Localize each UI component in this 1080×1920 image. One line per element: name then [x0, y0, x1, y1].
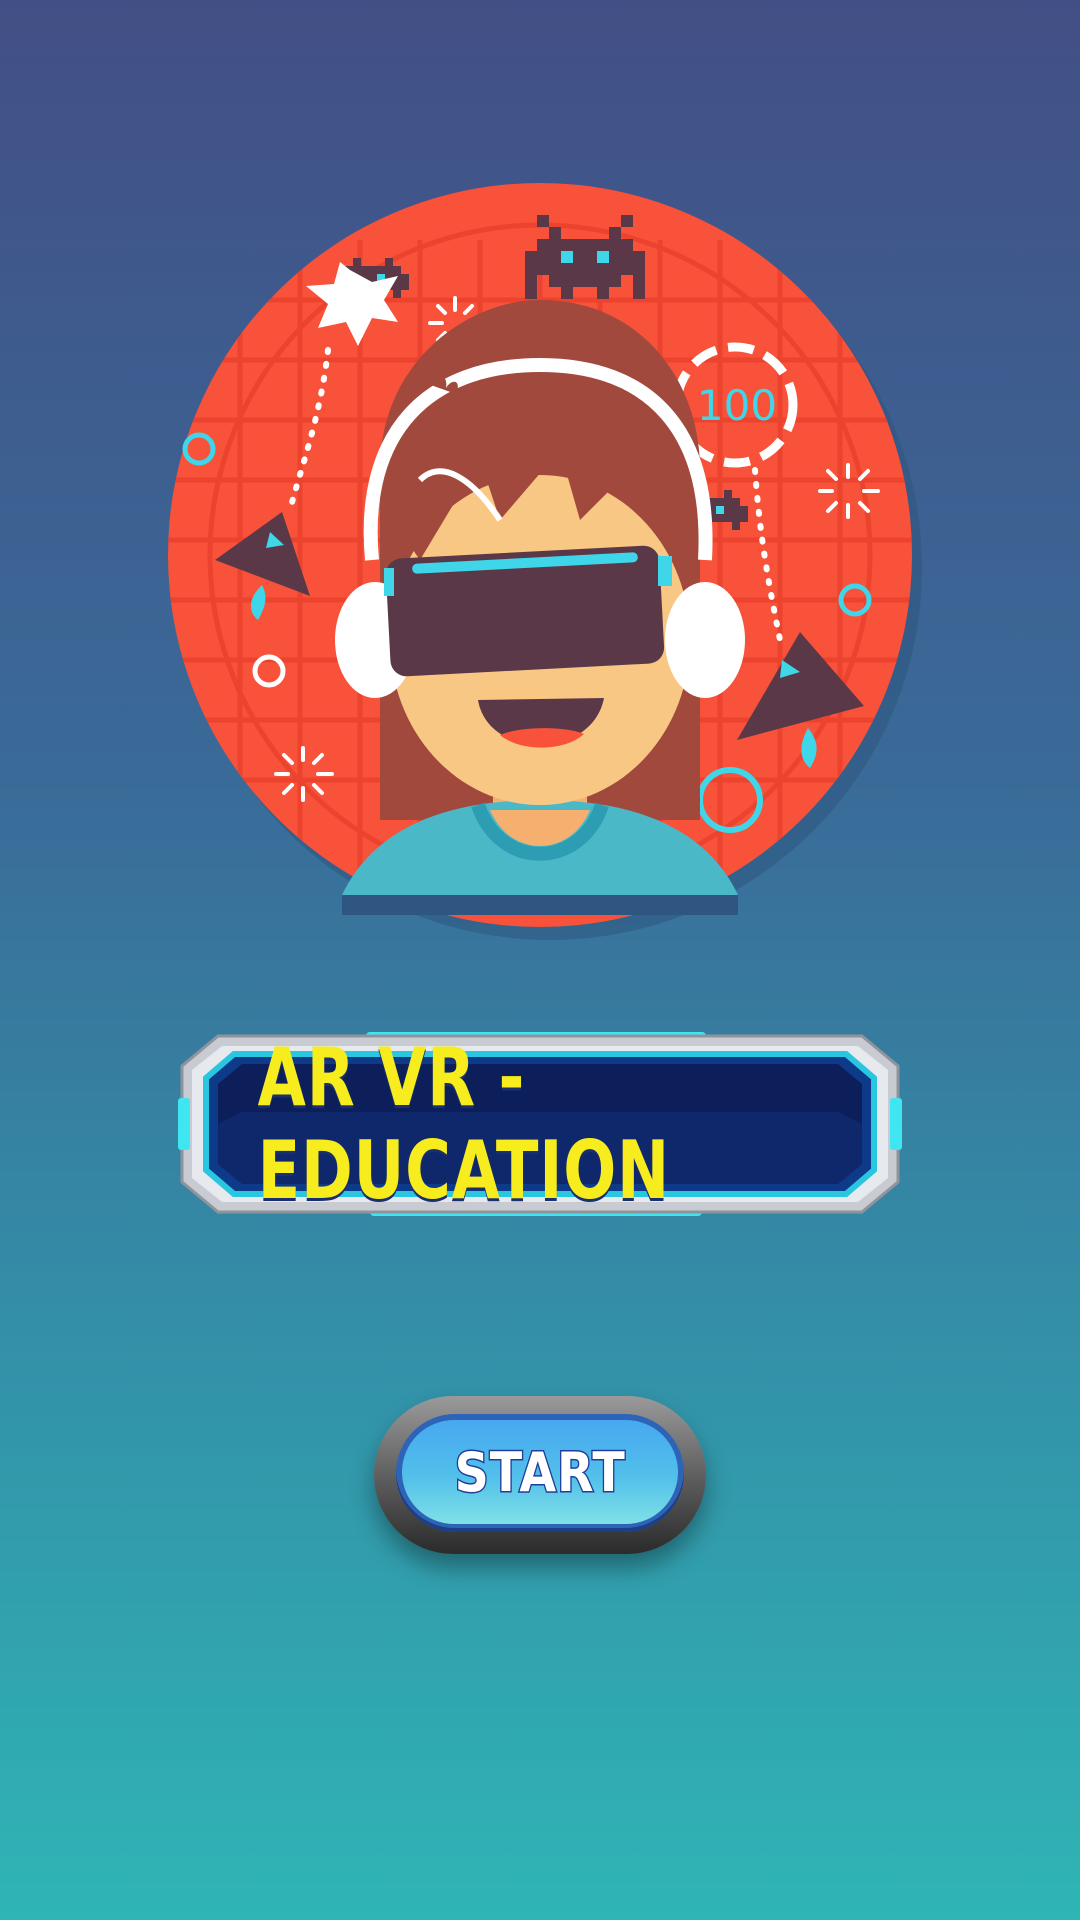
start-button-face: START [402, 1420, 678, 1524]
title-banner: AR VR - EDUCATION [178, 1026, 902, 1222]
vr-headset-icon [384, 545, 672, 677]
start-button-rim: START [396, 1414, 684, 1532]
start-button-label: START [453, 1439, 626, 1505]
app-title: AR VR - EDUCATION [257, 1031, 671, 1217]
start-button[interactable]: START [374, 1396, 706, 1554]
vr-illustration: 100 [168, 183, 922, 940]
score-text: 100 [697, 381, 777, 430]
